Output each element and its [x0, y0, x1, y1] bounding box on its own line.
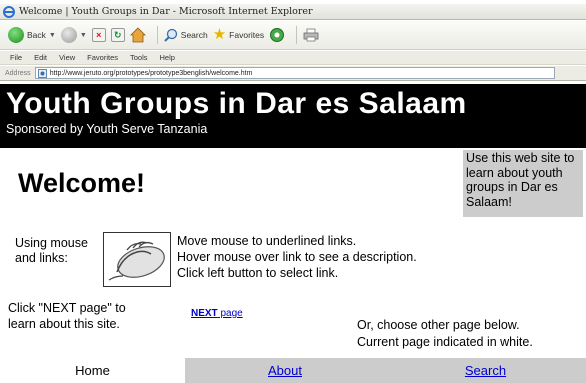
- back-label: Back: [27, 30, 46, 40]
- favorites-label: Favorites: [229, 30, 265, 40]
- search-label: Search: [180, 30, 208, 40]
- menu-favorites[interactable]: Favorites: [87, 53, 118, 62]
- forward-arrow-icon: [60, 27, 77, 43]
- next-link-text: page: [217, 308, 243, 319]
- forward-dropdown-icon[interactable]: ▼: [80, 32, 87, 39]
- next-page-hint: Click "NEXT page" to learn about this si…: [8, 300, 126, 332]
- nav-about-link[interactable]: About: [185, 358, 385, 383]
- stop-button[interactable]: ×: [91, 28, 106, 42]
- favorites-button[interactable]: ★ Favorites: [212, 26, 265, 43]
- toolbar-separator: [296, 26, 298, 44]
- toolbar-separator: [156, 26, 158, 44]
- info-box: Use this web site to learn about youth g…: [463, 150, 583, 217]
- page-icon: [37, 68, 47, 78]
- favorites-star-icon: ★: [212, 26, 227, 43]
- printer-icon: [303, 28, 319, 42]
- media-button[interactable]: [269, 27, 285, 43]
- instruction-line: Hover mouse over link to see a descripti…: [177, 250, 417, 264]
- instruction-line: Click left button to select link.: [177, 266, 339, 280]
- refresh-icon: ↻: [110, 28, 125, 42]
- site-subtitle: Sponsored by Youth Serve Tanzania: [6, 122, 208, 136]
- choose-page-hint: Or, choose other page below. Current pag…: [357, 317, 533, 351]
- mouse-instructions: Move mouse to underlined links. Hover mo…: [177, 233, 417, 281]
- media-icon: [270, 28, 285, 42]
- mouse-hand-icon: [103, 232, 171, 287]
- mouse-instructions-label: Using mouse and links:: [15, 236, 88, 266]
- address-input[interactable]: http://www.jeruto.org/prototypes/prototy…: [34, 67, 555, 79]
- nav-home-current: Home: [0, 358, 185, 383]
- choose-line: Current page indicated in white.: [357, 335, 533, 349]
- address-bar: Address http://www.jeruto.org/prototypes…: [0, 66, 586, 81]
- search-button[interactable]: Search: [164, 28, 208, 42]
- site-title: Youth Groups in Dar es Salaam: [6, 87, 467, 120]
- mouse-label-line: Using mouse: [15, 236, 88, 250]
- back-arrow-icon: [8, 27, 24, 43]
- next-link-bold: NEXT: [191, 308, 218, 319]
- back-button[interactable]: Back ▼: [8, 27, 56, 43]
- home-button[interactable]: [129, 27, 146, 43]
- next-hint-line: learn about this site.: [8, 317, 120, 331]
- search-icon: [164, 28, 177, 42]
- home-icon: [129, 27, 146, 43]
- menu-bar: File Edit View Favorites Tools Help: [0, 51, 586, 65]
- choose-line: Or, choose other page below.: [357, 318, 520, 332]
- address-label: Address: [5, 69, 31, 77]
- browser-toolbar: Back ▼ ▼ × ↻ Search ★ Favorites: [0, 21, 586, 50]
- back-dropdown-icon[interactable]: ▼: [49, 32, 56, 39]
- welcome-heading: Welcome!: [18, 168, 146, 198]
- next-hint-line: Click "NEXT page" to: [8, 301, 126, 315]
- nav-search-link[interactable]: Search: [385, 358, 586, 383]
- menu-file[interactable]: File: [10, 53, 22, 62]
- menu-help[interactable]: Help: [160, 53, 175, 62]
- stop-icon: ×: [91, 28, 106, 42]
- ie-logo-icon: [3, 5, 15, 18]
- refresh-button[interactable]: ↻: [110, 28, 125, 42]
- next-page-link[interactable]: NEXT page: [191, 308, 243, 319]
- mouse-label-line: and links:: [15, 251, 68, 265]
- site-banner: Youth Groups in Dar es Salaam Sponsored …: [0, 84, 586, 148]
- instruction-line: Move mouse to underlined links.: [177, 234, 357, 248]
- menu-edit[interactable]: Edit: [34, 53, 47, 62]
- forward-button[interactable]: ▼: [60, 27, 87, 43]
- window-title-bar: Welcome | Youth Groups in Dar - Microsof…: [0, 4, 586, 20]
- window-title: Welcome | Youth Groups in Dar - Microsof…: [19, 6, 313, 17]
- address-url: http://www.jeruto.org/prototypes/prototy…: [49, 69, 253, 77]
- menu-view[interactable]: View: [59, 53, 75, 62]
- menu-tools[interactable]: Tools: [130, 53, 148, 62]
- print-button[interactable]: [303, 28, 319, 42]
- page-nav-bar: Home About Search: [0, 358, 586, 383]
